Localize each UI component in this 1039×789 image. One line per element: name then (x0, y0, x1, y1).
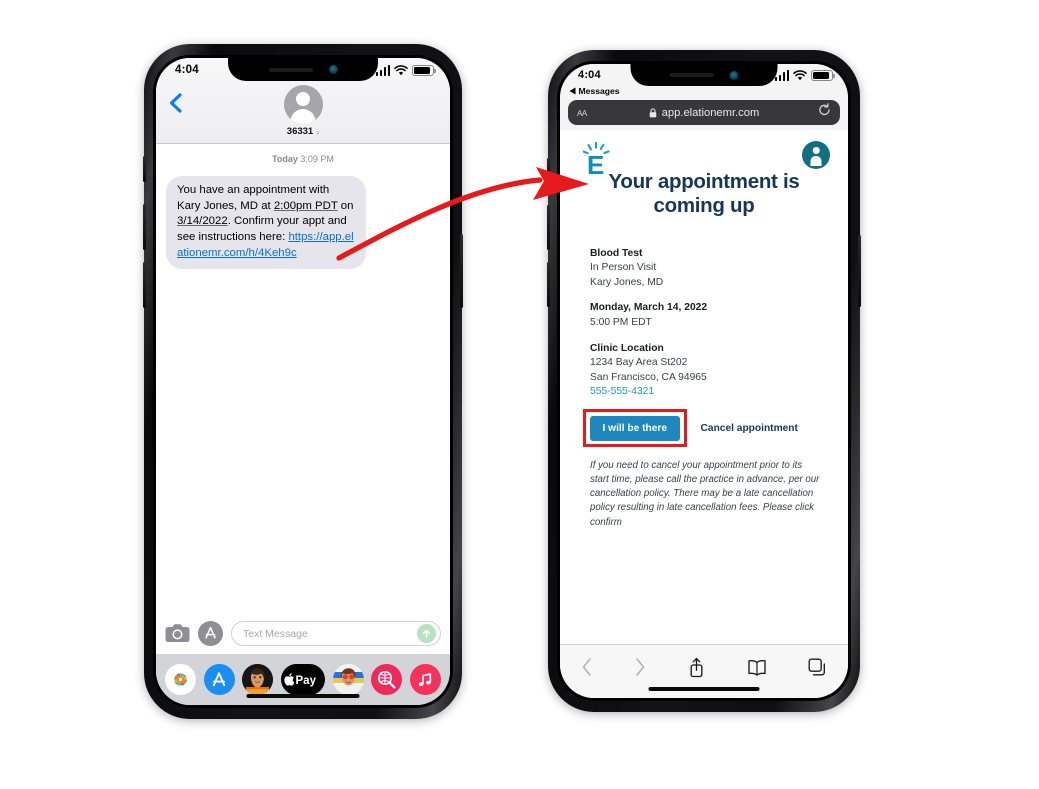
chevron-right-icon: › (316, 126, 320, 137)
volume-down-button (143, 262, 146, 308)
appointment-date: Monday, March 14, 2022 (590, 302, 708, 314)
back-icon[interactable] (581, 657, 593, 677)
app-store-icon[interactable] (198, 621, 223, 646)
message-time-underlined: 2:00pm PDT (273, 199, 338, 212)
mute-switch (547, 158, 550, 183)
photos-app-icon[interactable] (165, 664, 196, 695)
animoji-app-icon[interactable] (332, 664, 364, 695)
confirm-button-highlight: I will be there (583, 409, 687, 448)
elation-health-logo: E (582, 141, 615, 180)
notch (228, 58, 378, 81)
cancellation-disclaimer: If you need to cancel your appointment p… (590, 460, 820, 528)
right-phone-screen: 4:04 Messages AA app.elationemr.com E Yo… (560, 64, 848, 698)
cancel-appointment-link[interactable]: Cancel appointment (701, 423, 798, 434)
app-store-app-icon[interactable] (203, 664, 235, 695)
avatar (283, 85, 323, 124)
reload-icon[interactable] (818, 103, 831, 122)
message-input-bar: Text Message (156, 613, 450, 654)
volume-up-button (547, 205, 550, 250)
appointment-visit-mode: In Person Visit (590, 262, 657, 274)
back-button[interactable] (168, 93, 184, 113)
home-indicator (246, 694, 360, 698)
share-icon[interactable] (688, 657, 705, 678)
right-phone-device: 4:04 Messages AA app.elationemr.com E Yo… (547, 50, 861, 712)
appointment-time: 5:00 PM EDT (590, 316, 652, 328)
message-text-input[interactable]: Text Message (231, 621, 441, 646)
left-phone-bezel: 4:04 36331 › Today 3:09 PM You have an a… (153, 55, 453, 708)
clinic-address-line1: 1234 Bay Area St202 (590, 357, 688, 369)
timestamp-day: Today (272, 154, 298, 164)
appointment-details: Blood Test In Person Visit Kary Jones, M… (590, 247, 848, 400)
message-timestamp: Today 3:09 PM (156, 154, 450, 164)
appointment-type: Blood Test (590, 247, 643, 259)
images-search-app-icon[interactable] (371, 664, 403, 695)
appointment-provider: Kary Jones, MD (590, 276, 664, 288)
page-title: Your appointment is coming up (608, 170, 800, 217)
power-button (858, 235, 861, 307)
power-button (460, 234, 463, 308)
url-display: app.elationemr.com (568, 107, 840, 119)
message-text-part2: on (337, 199, 354, 212)
safari-url-bar-container: AA app.elationemr.com (560, 100, 848, 130)
contact-name-row: 36331 › (287, 126, 319, 137)
memoji-app-icon[interactable] (242, 664, 274, 695)
triangle-left-icon (569, 87, 576, 95)
confirm-appointment-button[interactable]: I will be there (589, 415, 681, 441)
message-bubble[interactable]: You have an appointment with Kary Jones,… (162, 176, 366, 270)
contact-info[interactable]: 36331 › (283, 85, 323, 143)
back-to-messages-label: Messages (578, 86, 620, 96)
clinic-address-line2: San Francisco, CA 94965 (590, 371, 707, 383)
url-text: app.elationemr.com (661, 106, 760, 119)
appointment-actions: I will be there Cancel appointment (583, 409, 848, 448)
left-phone-screen: 4:04 36331 › Today 3:09 PM You have an a… (156, 58, 450, 705)
right-phone-bezel: 4:04 Messages AA app.elationemr.com E Yo… (557, 61, 851, 701)
web-page-content: E Your appointment is coming up Blood Te… (560, 130, 848, 654)
volume-up-button (143, 204, 146, 250)
camera-icon[interactable] (165, 623, 190, 644)
music-app-icon[interactable] (409, 664, 441, 695)
send-button[interactable] (417, 624, 436, 643)
home-indicator (648, 687, 760, 691)
svg-text:E: E (587, 150, 604, 177)
message-input-placeholder: Text Message (243, 627, 308, 640)
tabs-icon[interactable] (808, 658, 827, 677)
conversation-area: Today 3:09 PM You have an appointment wi… (156, 144, 450, 613)
safari-url-bar[interactable]: AA app.elationemr.com (568, 100, 840, 125)
clinic-phone-link[interactable]: 555-555-4321 (590, 385, 848, 400)
earpiece-speaker (268, 67, 313, 72)
contact-name-label: 36331 (286, 126, 314, 137)
notch (630, 64, 778, 86)
front-camera (729, 70, 739, 80)
timestamp-time: 3:09 PM (300, 154, 334, 164)
earpiece-speaker (669, 73, 714, 77)
message-date-underlined: 3/14/2022 (177, 215, 228, 228)
apple-pay-app-icon[interactable]: Pay (280, 664, 325, 695)
front-camera (328, 65, 338, 74)
lock-icon (649, 107, 656, 117)
battery-icon (811, 69, 835, 81)
wifi-icon (793, 69, 807, 81)
bookmarks-icon[interactable] (747, 659, 767, 676)
forward-icon[interactable] (634, 657, 646, 677)
mute-switch (143, 156, 146, 182)
svg-text:Pay: Pay (295, 675, 316, 687)
status-time: 4:04 (578, 69, 601, 81)
back-to-messages-button[interactable]: Messages (569, 86, 620, 96)
left-phone-device: 4:04 36331 › Today 3:09 PM You have an a… (143, 44, 463, 719)
clinic-location-heading: Clinic Location (590, 342, 664, 354)
volume-down-button (547, 262, 550, 307)
person-info-badge-icon[interactable] (802, 141, 830, 169)
